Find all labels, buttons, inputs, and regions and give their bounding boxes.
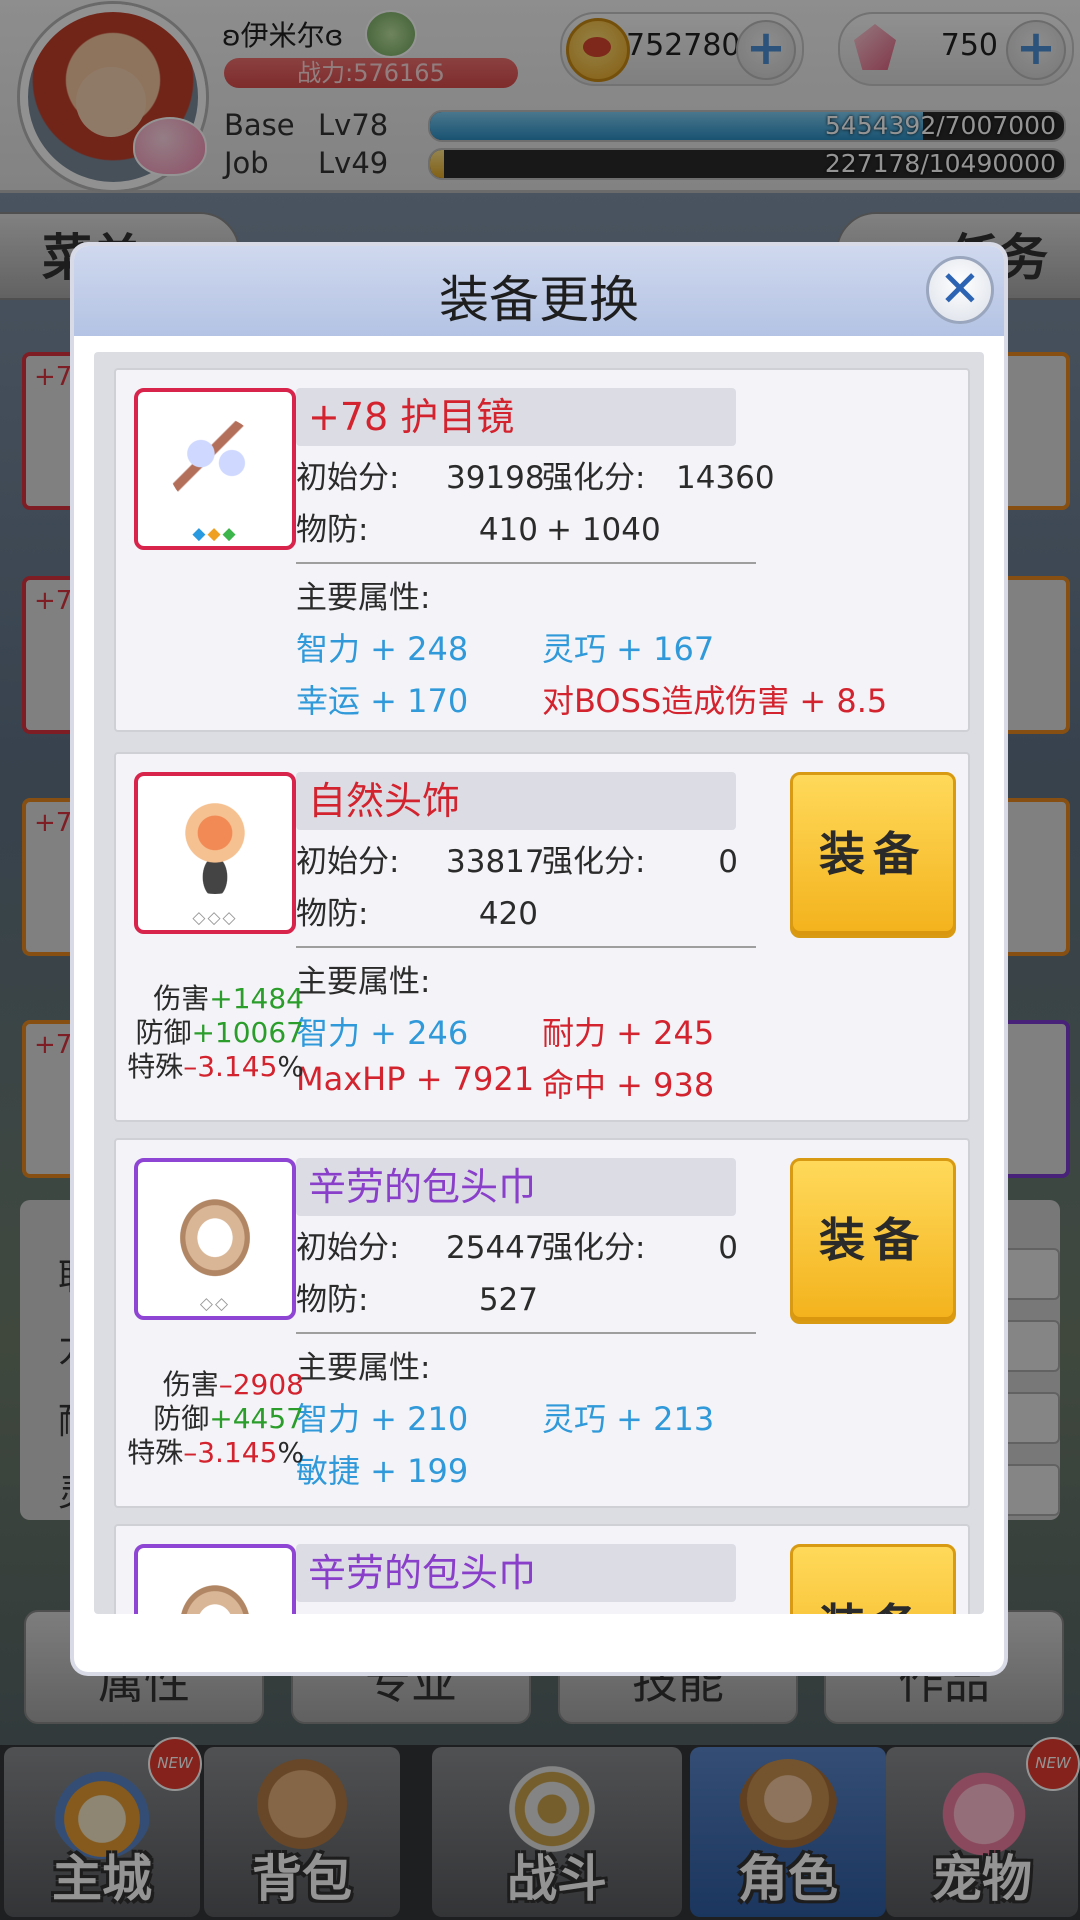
- enhance-score-label: 强化分:: [542, 460, 646, 496]
- base-score-value: 39198: [446, 460, 545, 496]
- equip-button[interactable]: 装备: [790, 772, 956, 938]
- enhance-score-label: 强化分:: [542, 844, 646, 880]
- cmp-defense: 防御+10067: [124, 1016, 304, 1050]
- cmp-special: 特殊–3.145%: [124, 1050, 304, 1084]
- card-slot-dots: ◆◆◆: [192, 524, 238, 544]
- cmp-defense-value: +4457: [209, 1402, 304, 1435]
- cmp-defense-value: +10067: [191, 1016, 304, 1049]
- equip-button[interactable]: 装备: [790, 1158, 956, 1324]
- phys-def-label: 物防:: [296, 512, 369, 548]
- phys-def-label: 物防:: [296, 896, 369, 932]
- attr-line: 对BOSS造成伤害 + 8.5: [542, 682, 888, 720]
- phys-def-label: 物防:: [296, 1282, 369, 1318]
- attr-line: 智力 + 248: [296, 630, 469, 668]
- item-name: 自然头饰: [296, 772, 736, 830]
- divider: [296, 562, 756, 564]
- headband-icon: [168, 1186, 262, 1280]
- cmp-special-value: –3.145: [183, 1436, 278, 1469]
- attr-line: 智力 + 246: [296, 1014, 469, 1052]
- cmp-special-label: 特殊: [127, 1050, 184, 1083]
- dialog-title: 装备更换: [439, 271, 639, 329]
- attr-line: MaxHP + 7921: [296, 1060, 535, 1098]
- base-score-label: 初始分:: [296, 844, 400, 880]
- base-score-label: 初始分:: [296, 460, 400, 496]
- goggles-icon: [168, 416, 262, 510]
- attr-line: 耐力 + 245: [542, 1014, 715, 1052]
- base-score-value: 25447: [446, 1230, 545, 1266]
- item-name: 辛劳的包头巾: [296, 1544, 736, 1602]
- item-icon[interactable]: ◇◇: [134, 1158, 296, 1320]
- phys-def-bonus: + 1040: [546, 512, 661, 548]
- card-slot-dots: ◇◇: [199, 1294, 231, 1314]
- item-icon[interactable]: [134, 1544, 296, 1614]
- phys-def-value: 420: [478, 896, 538, 932]
- cmp-defense-label: 防御: [153, 1402, 210, 1435]
- close-button[interactable]: ✕: [926, 256, 994, 324]
- cmp-damage: 伤害+1484: [124, 982, 304, 1016]
- card-slot-dots: ◇◇◇: [192, 908, 238, 928]
- item-card: 辛劳的包头巾 装备: [114, 1524, 970, 1614]
- enhance-score-label: 强化分:: [542, 1230, 646, 1266]
- equipped-item-card: ◆◆◆ +78 护目镜 初始分: 39198 强化分: 14360 物防: 41…: [114, 368, 970, 732]
- enhance-score-value: 0: [718, 1230, 738, 1266]
- cmp-defense-label: 防御: [135, 1016, 192, 1049]
- flower-headwear-icon: [168, 800, 262, 894]
- attr-line: 命中 + 938: [542, 1066, 715, 1104]
- attr-line: 幸运 + 170: [296, 682, 469, 720]
- cmp-damage-value: +1484: [209, 982, 304, 1015]
- cmp-special-unit: %: [277, 1436, 304, 1469]
- base-score-value: 33817: [446, 844, 545, 880]
- attr-line: 敏捷 + 199: [296, 1452, 469, 1490]
- cmp-damage-label: 伤害: [162, 1368, 219, 1401]
- divider: [296, 1332, 756, 1334]
- divider: [296, 946, 756, 948]
- item-name: 辛劳的包头巾: [296, 1158, 736, 1216]
- headband-icon: [168, 1572, 262, 1614]
- cmp-damage-value: –2908: [218, 1368, 304, 1401]
- item-card: ◇◇ 辛劳的包头巾 初始分: 25447 强化分: 0 物防: 527 主要属性…: [114, 1138, 970, 1508]
- attr-line: 智力 + 210: [296, 1400, 469, 1438]
- item-card: ◇◇◇ 自然头饰 初始分: 33817 强化分: 0 物防: 420 主要属性:…: [114, 752, 970, 1122]
- stat-comparison: 伤害+1484 防御+10067 特殊–3.145%: [124, 982, 304, 1084]
- equipment-swap-dialog: 装备更换 ✕ ◆◆◆ +78 护目镜 初始分: 39198 强化分: 14360…: [74, 246, 1004, 1672]
- cmp-special-value: –3.145: [183, 1050, 278, 1083]
- main-attr-label: 主要属性:: [296, 580, 431, 616]
- attr-line: 灵巧 + 213: [542, 1400, 715, 1438]
- dialog-header: 装备更换 ✕: [74, 246, 1004, 336]
- phys-def-value: 527: [478, 1282, 538, 1318]
- attr-line: 灵巧 + 167: [542, 630, 715, 668]
- cmp-special: 特殊–3.145%: [124, 1436, 304, 1470]
- cmp-special-unit: %: [277, 1050, 304, 1083]
- item-name: +78 护目镜: [296, 388, 736, 446]
- main-attr-label: 主要属性:: [296, 964, 431, 1000]
- cmp-damage: 伤害–2908: [124, 1368, 304, 1402]
- cmp-defense: 防御+4457: [124, 1402, 304, 1436]
- enhance-score-value: 14360: [676, 460, 775, 496]
- item-icon[interactable]: ◇◇◇: [134, 772, 296, 934]
- stat-comparison: 伤害–2908 防御+4457 特殊–3.145%: [124, 1368, 304, 1470]
- cmp-special-label: 特殊: [127, 1436, 184, 1469]
- equip-button[interactable]: 装备: [790, 1544, 956, 1614]
- item-icon[interactable]: ◆◆◆: [134, 388, 296, 550]
- main-attr-label: 主要属性:: [296, 1350, 431, 1386]
- cmp-damage-label: 伤害: [153, 982, 210, 1015]
- base-score-label: 初始分:: [296, 1230, 400, 1266]
- equipment-list[interactable]: ◆◆◆ +78 护目镜 初始分: 39198 强化分: 14360 物防: 41…: [94, 352, 984, 1614]
- phys-def-value: 410: [478, 512, 538, 548]
- enhance-score-value: 0: [718, 844, 738, 880]
